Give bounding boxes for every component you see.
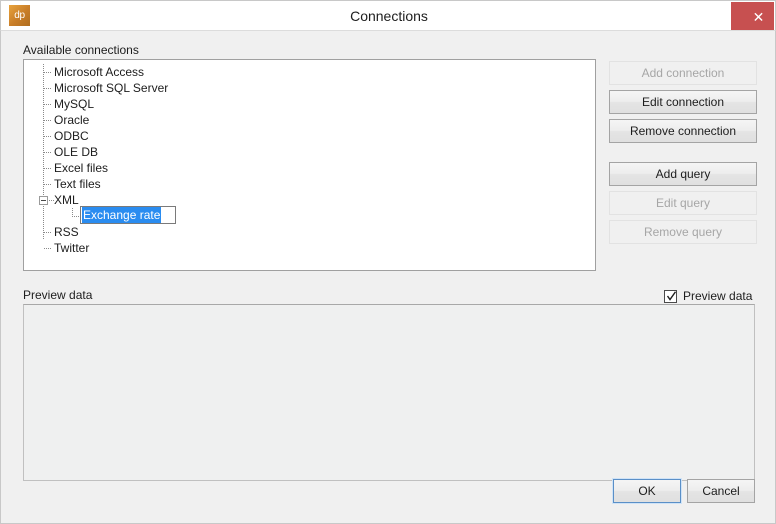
tree-item-label: ODBC (54, 129, 89, 143)
tree-item-label: Oracle (54, 113, 90, 127)
tree-rows-container: Microsoft Access Microsoft SQL Server My… (24, 64, 595, 256)
tree-elbow-icon (44, 136, 52, 137)
tree-elbow-icon (44, 152, 52, 153)
preview-data-checkbox[interactable]: Preview data (664, 288, 752, 304)
collapse-minus-icon[interactable] (39, 196, 48, 205)
tree-elbow-icon (44, 88, 52, 89)
tree-item-microsoft-sql-server[interactable]: Microsoft SQL Server (24, 80, 595, 96)
close-icon: ✕ (752, 9, 765, 25)
tree-elbow-icon (44, 120, 52, 121)
tree-elbow-icon (44, 184, 52, 185)
ok-button[interactable]: OK (613, 479, 681, 503)
tree-item-label: Text files (54, 177, 101, 191)
preview-data-label: Preview data (23, 288, 93, 302)
checkmark-icon (667, 290, 676, 301)
tree-elbow-icon (44, 168, 52, 169)
add-query-button[interactable]: Add query (609, 162, 757, 186)
text-caret (161, 208, 162, 221)
tree-item-label: Microsoft SQL Server (54, 81, 169, 95)
remove-query-button[interactable]: Remove query (609, 220, 757, 244)
tree-item-text-files[interactable]: Text files (24, 176, 595, 192)
tree-item-rename-input[interactable]: Exchange rate (80, 206, 176, 224)
tree-elbow-icon (44, 248, 52, 249)
tree-item-label: Twitter (54, 241, 90, 255)
checkbox-box[interactable] (664, 289, 677, 303)
tree-item-exchange-rate[interactable]: Exchange rate (24, 206, 595, 224)
tree-item-label: Exchange rate (82, 207, 162, 223)
edit-connection-button[interactable]: Edit connection (609, 90, 757, 114)
tree-item-label: MySQL (54, 97, 95, 111)
tree-elbow-icon (44, 232, 52, 233)
connections-dialog-window: dp Connections ✕ Available connections M… (0, 0, 776, 524)
remove-connection-button[interactable]: Remove connection (609, 119, 757, 143)
tree-item-label: OLE DB (54, 145, 99, 159)
tree-item-odbc[interactable]: ODBC (24, 128, 595, 144)
tree-item-microsoft-access[interactable]: Microsoft Access (24, 64, 595, 80)
tree-item-mysql[interactable]: MySQL (24, 96, 595, 112)
tree-elbow-icon (44, 72, 52, 73)
tree-item-label: Microsoft Access (54, 65, 145, 79)
preview-data-panel[interactable] (23, 304, 755, 481)
available-connections-tree[interactable]: Microsoft Access Microsoft SQL Server My… (23, 59, 596, 271)
cancel-button[interactable]: Cancel (687, 479, 755, 503)
preview-data-checkbox-label: Preview data (683, 289, 753, 303)
tree-elbow-icon (72, 216, 80, 217)
tree-item-ole-db[interactable]: OLE DB (24, 144, 595, 160)
add-connection-button[interactable]: Add connection (609, 61, 757, 85)
tree-item-rss[interactable]: RSS (24, 224, 595, 240)
available-connections-label: Available connections (23, 43, 139, 57)
tree-item-twitter[interactable]: Twitter (24, 240, 595, 256)
tree-item-oracle[interactable]: Oracle (24, 112, 595, 128)
tree-child-trunk-line (72, 208, 73, 216)
tree-item-excel-files[interactable]: Excel files (24, 160, 595, 176)
close-button[interactable]: ✕ (731, 2, 774, 30)
window-title: Connections (350, 8, 428, 24)
dialog-client-area: Available connections Microsoft Access M… (0, 30, 776, 524)
tree-item-label: Excel files (54, 161, 109, 175)
tree-elbow-icon (44, 104, 52, 105)
tree-item-label: RSS (54, 225, 79, 239)
edit-query-button[interactable]: Edit query (609, 191, 757, 215)
title-bar: dp Connections ✕ (0, 0, 776, 30)
tree-item-label: XML (54, 193, 79, 207)
